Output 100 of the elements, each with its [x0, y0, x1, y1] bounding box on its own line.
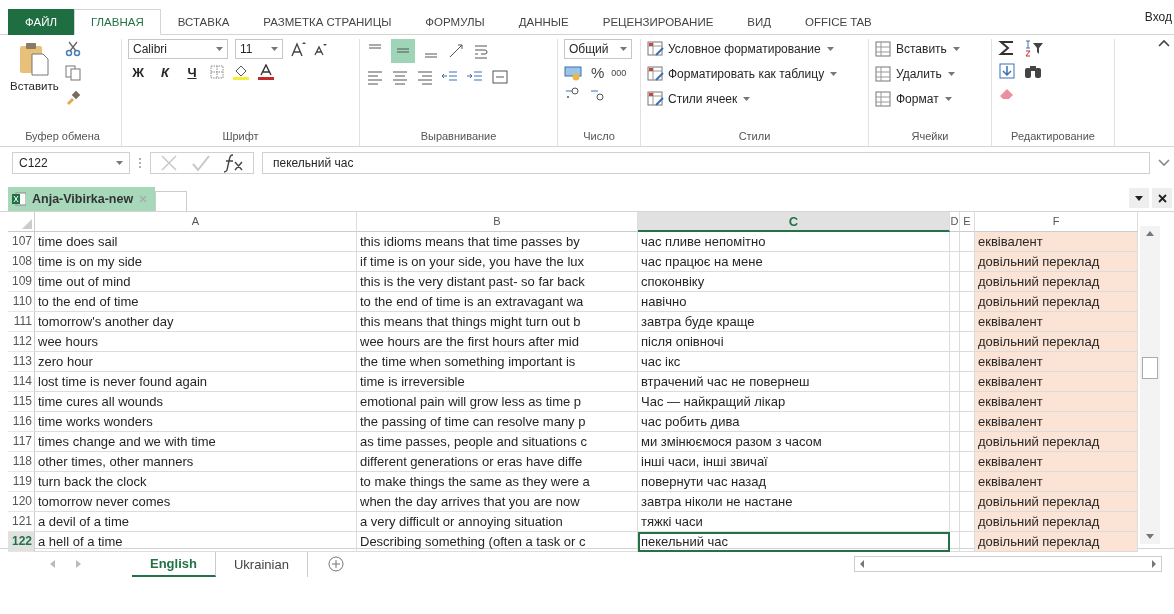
- table-cell: the passing of time can resolve many p: [357, 412, 638, 432]
- horizontal-scrollbar[interactable]: [854, 556, 1162, 572]
- orientation-icon[interactable]: [447, 42, 465, 60]
- table-cell: [950, 452, 960, 472]
- grid-icon[interactable]: [875, 66, 893, 82]
- font-name-field[interactable]: Calibri: [128, 39, 228, 59]
- table-cell: [950, 332, 960, 352]
- file-tab[interactable]: ФАЙЛ: [8, 9, 74, 35]
- bold-button[interactable]: Ж: [128, 64, 148, 80]
- grow-font-icon[interactable]: [290, 41, 306, 57]
- ribbon-tab[interactable]: РАЗМЕТКА СТРАНИЦЫ: [246, 9, 409, 35]
- scroll-thumb[interactable]: [1142, 357, 1158, 379]
- formula-field[interactable]: пекельний час: [262, 152, 1150, 174]
- align-left-icon[interactable]: [366, 68, 384, 86]
- workbook-tab[interactable]: Anja-Vibirka-new: [8, 187, 156, 211]
- table-style-icon[interactable]: [647, 41, 665, 57]
- row-header[interactable]: 112: [8, 332, 35, 352]
- table-cell: еквівалент: [975, 372, 1138, 392]
- autosum-icon[interactable]: [998, 39, 1016, 57]
- table-cell: еквівалент: [975, 392, 1138, 412]
- ribbon-tab[interactable]: ВИД: [730, 9, 789, 35]
- row-header[interactable]: 119: [8, 472, 35, 492]
- row-header[interactable]: 107: [8, 232, 35, 252]
- row-header[interactable]: 117: [8, 432, 35, 452]
- paste-button[interactable]: Вставить: [10, 39, 59, 130]
- caret-icon[interactable]: [1135, 195, 1143, 201]
- collapse-ribbon-icon[interactable]: [1158, 39, 1170, 47]
- clipboard-icon[interactable]: [17, 41, 52, 77]
- shrink-font-icon[interactable]: [313, 42, 327, 56]
- group-label: Шрифт: [221, 130, 260, 144]
- row-header[interactable]: 109: [8, 272, 35, 292]
- row-header[interactable]: 122: [8, 532, 35, 552]
- row-header[interactable]: 115: [8, 392, 35, 412]
- copy-icon[interactable]: [64, 65, 81, 81]
- table-style-icon[interactable]: [647, 66, 665, 82]
- scroll-down-icon[interactable]: [1145, 533, 1155, 541]
- fill-down-icon[interactable]: [998, 62, 1016, 80]
- scroll-right-icon[interactable]: [1150, 559, 1158, 569]
- ribbon-tab[interactable]: ВСТАВКА: [160, 9, 247, 35]
- style-menu-button[interactable]: Условное форматирование: [647, 39, 862, 59]
- sign-in-link[interactable]: Вход: [1144, 10, 1172, 24]
- row-header[interactable]: 114: [8, 372, 35, 392]
- scissors-icon[interactable]: [64, 41, 81, 57]
- close-icon[interactable]: [1157, 193, 1167, 203]
- percent-button[interactable]: %: [591, 64, 605, 81]
- dropdown-button[interactable]: [1129, 188, 1149, 208]
- style-menu-button[interactable]: Форматировать как таблицу: [647, 64, 862, 84]
- fill-color-icon[interactable]: [232, 64, 250, 80]
- ribbon-tab[interactable]: РЕЦЕНЗИРОВАНИЕ: [585, 9, 731, 35]
- sheet-tab[interactable]: English: [132, 551, 216, 577]
- grid-icon[interactable]: [875, 41, 893, 57]
- ribbon-tab[interactable]: OFFICE TAB: [788, 9, 889, 35]
- font-color-icon[interactable]: [257, 64, 275, 80]
- currency-icon[interactable]: [564, 64, 584, 81]
- ribbon-tab[interactable]: ГЛАВНАЯ: [74, 9, 161, 35]
- column-header[interactable]: A: [35, 212, 357, 232]
- scroll-up-icon[interactable]: [1145, 229, 1155, 237]
- grid-icon[interactable]: [875, 91, 893, 107]
- merge-cells-icon[interactable]: [491, 68, 509, 86]
- wrap-text-icon[interactable]: [472, 42, 490, 60]
- add-sheet-icon[interactable]: [327, 556, 344, 572]
- expand-icon[interactable]: [1158, 159, 1170, 167]
- group-label: Выравнивание: [419, 130, 498, 144]
- close-button[interactable]: [1152, 188, 1172, 208]
- column-header[interactable]: C: [638, 212, 950, 232]
- row-header[interactable]: 113: [8, 352, 35, 372]
- number-format-field[interactable]: Общий: [564, 39, 632, 59]
- vertical-scrollbar[interactable]: [1140, 226, 1160, 544]
- column-header[interactable]: E: [960, 212, 975, 232]
- row-header[interactable]: 111: [8, 312, 35, 332]
- thousands-button[interactable]: 000: [611, 67, 627, 78]
- check-icon[interactable]: [191, 153, 211, 173]
- function-icon[interactable]: [223, 153, 245, 173]
- table-cell: other times, other manners: [35, 452, 357, 472]
- table-cell: [950, 512, 960, 532]
- row-header[interactable]: 110: [8, 292, 35, 312]
- table-cell: еквівалент: [975, 312, 1138, 332]
- align-right-icon[interactable]: [416, 68, 434, 86]
- scroll-left-icon[interactable]: [858, 559, 866, 569]
- name-box[interactable]: C122: [12, 152, 130, 174]
- table-style-icon[interactable]: [647, 91, 665, 107]
- row-header[interactable]: 116: [8, 412, 35, 432]
- row-header[interactable]: 118: [8, 452, 35, 472]
- column-header[interactable]: B: [357, 212, 638, 232]
- row-header[interactable]: 120: [8, 492, 35, 512]
- cells-menu-button[interactable]: Удалить: [875, 64, 985, 84]
- sort-filter-icon[interactable]: [1023, 39, 1045, 57]
- underline-button[interactable]: Ч: [182, 64, 202, 80]
- ribbon-tab[interactable]: ФОРМУЛЫ: [408, 9, 502, 35]
- row-header[interactable]: 108: [8, 252, 35, 272]
- cells-menu-button[interactable]: Вставить: [875, 39, 985, 59]
- align-center-icon[interactable]: [391, 68, 409, 86]
- cells-menu-button[interactable]: Формат: [875, 89, 985, 109]
- italic-button[interactable]: К: [155, 64, 175, 80]
- column-header[interactable]: D: [950, 212, 960, 232]
- style-menu-button[interactable]: Стили ячеек: [647, 89, 862, 109]
- table-cell: споконвіку: [638, 272, 950, 292]
- sheet-tab[interactable]: Ukrainian: [215, 551, 308, 577]
- ribbon-tab[interactable]: ДАННЫЕ: [501, 9, 586, 35]
- font-size-field[interactable]: 11: [235, 39, 283, 59]
